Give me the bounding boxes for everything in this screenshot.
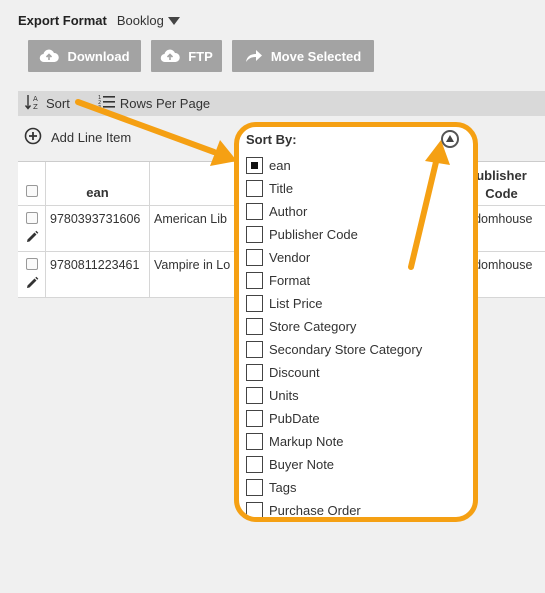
sort-options-list: ean Title Author Publisher Code Vendor Format… [246,154,422,518]
sort-by-dropdown: Sort By: ean Title Author Publisher Code Ven… [234,122,478,522]
title-value: Vampire in Lo [154,258,231,272]
sort-option-store-category[interactable]: Store Category [246,315,422,338]
plus-circle-icon [24,127,42,148]
rows-per-page-label: Rows Per Page [119,96,211,111]
sort-option-buyer-note[interactable]: Buyer Note [246,453,422,476]
title-cell: American Lib [150,206,246,251]
download-label: Download [67,48,130,64]
sort-az-icon: AZ [24,93,42,114]
header-title[interactable] [150,162,246,205]
sort-option-publisher-code[interactable]: Publisher Code [246,223,422,246]
title-value: American Lib [154,212,227,226]
sort-option-label: Vendor [269,250,311,265]
sort-option-units[interactable]: Units [246,384,422,407]
row-checkbox[interactable] [26,258,38,270]
ean-value: 9780393731606 [50,212,141,226]
sort-option-label: Store Category [269,319,357,334]
sort-option-pubdate[interactable]: PubDate [246,407,422,430]
collapse-up-icon[interactable] [441,130,459,148]
svg-text:3: 3 [98,105,101,110]
sort-option-discount[interactable]: Discount [246,361,422,384]
sort-option-checkbox[interactable] [246,341,263,358]
svg-text:Z: Z [33,103,38,111]
sort-option-secondary-store-category[interactable]: Secondary Store Category [246,338,422,361]
sort-option-checkbox[interactable] [246,157,263,174]
download-button[interactable]: Download [28,40,141,72]
pencil-icon[interactable] [25,230,39,247]
row-select-cell [18,252,46,297]
add-line-item-button[interactable]: Add Line Item [24,127,131,148]
sort-option-ean[interactable]: ean [246,154,422,177]
add-line-item-label: Add Line Item [51,130,132,145]
select-all-checkbox[interactable] [26,185,38,197]
ean-cell: 9780393731606 [46,206,150,251]
header-ean[interactable]: ean [46,162,150,205]
caret-down-icon[interactable] [167,16,180,25]
sort-option-checkbox[interactable] [246,226,263,243]
sort-option-checkbox[interactable] [246,433,263,450]
table-toolbar: AZ Sort 123 Rows Per Page [18,91,545,116]
export-format: Export Format Booklog [18,13,180,28]
sort-option-label: List Price [269,296,323,311]
ean-value: 9780811223461 [50,258,140,272]
sort-option-tags[interactable]: Tags [246,476,422,499]
sort-option-vendor[interactable]: Vendor [246,246,422,269]
sort-option-checkbox[interactable] [246,203,263,220]
sort-option-purchase-order[interactable]: Purchase Order [246,499,422,518]
sort-option-label: Publisher Code [269,227,358,242]
sort-option-label: Tags [269,480,297,495]
ftp-button[interactable]: FTP [151,40,222,72]
sort-option-label: Markup Note [269,434,344,449]
sort-option-checkbox[interactable] [246,502,263,517]
rows-per-page-button[interactable]: 123 Rows Per Page [98,94,210,113]
sort-option-checkbox[interactable] [246,410,263,427]
row-checkbox[interactable] [26,212,38,224]
sort-option-label: Author [269,204,308,219]
move-selected-button[interactable]: Move Selected [232,40,374,72]
sort-option-format[interactable]: Format [246,269,422,292]
sort-option-checkbox[interactable] [246,479,263,496]
sort-label: Sort [46,96,70,111]
sort-option-label: ean [269,158,291,173]
pencil-icon[interactable] [25,276,39,293]
sort-option-markup-note[interactable]: Markup Note [246,430,422,453]
sort-option-checkbox[interactable] [246,180,263,197]
cloud-upload-icon [39,49,60,63]
sort-option-checkbox[interactable] [246,249,263,266]
header-ean-label: ean [86,185,109,200]
header-select-cell [18,162,46,205]
sort-option-list-price[interactable]: List Price [246,292,422,315]
ean-cell: 9780811223461 [46,252,150,297]
sort-option-label: PubDate [269,411,320,426]
svg-text:A: A [33,95,38,103]
sort-button[interactable]: AZ Sort [24,93,70,114]
sort-option-checkbox[interactable] [246,387,263,404]
list-numbered-icon: 123 [98,94,116,113]
share-arrow-icon [245,49,263,63]
sort-option-label: Buyer Note [269,457,335,472]
sort-option-label: Purchase Order [269,503,361,518]
sort-option-label: Units [269,388,299,403]
sort-option-title[interactable]: Title [246,177,422,200]
sort-option-label: Title [269,181,294,196]
sort-option-checkbox[interactable] [246,295,263,312]
sort-option-author[interactable]: Author [246,200,422,223]
title-cell: Vampire in Lo [150,252,246,297]
cloud-upload-icon [160,49,180,63]
sort-option-checkbox[interactable] [246,364,263,381]
ftp-label: FTP [188,48,213,64]
sort-option-label: Secondary Store Category [269,342,423,357]
sort-option-checkbox[interactable] [246,272,263,289]
sort-option-label: Format [269,273,311,288]
export-format-select[interactable]: Booklog [117,13,164,28]
sort-option-checkbox[interactable] [246,456,263,473]
move-selected-label: Move Selected [270,48,362,64]
export-format-label: Export Format [18,13,107,28]
sort-option-label: Discount [269,365,320,380]
sort-by-title: Sort By: [246,132,297,147]
sort-option-checkbox[interactable] [246,318,263,335]
row-select-cell [18,206,46,251]
